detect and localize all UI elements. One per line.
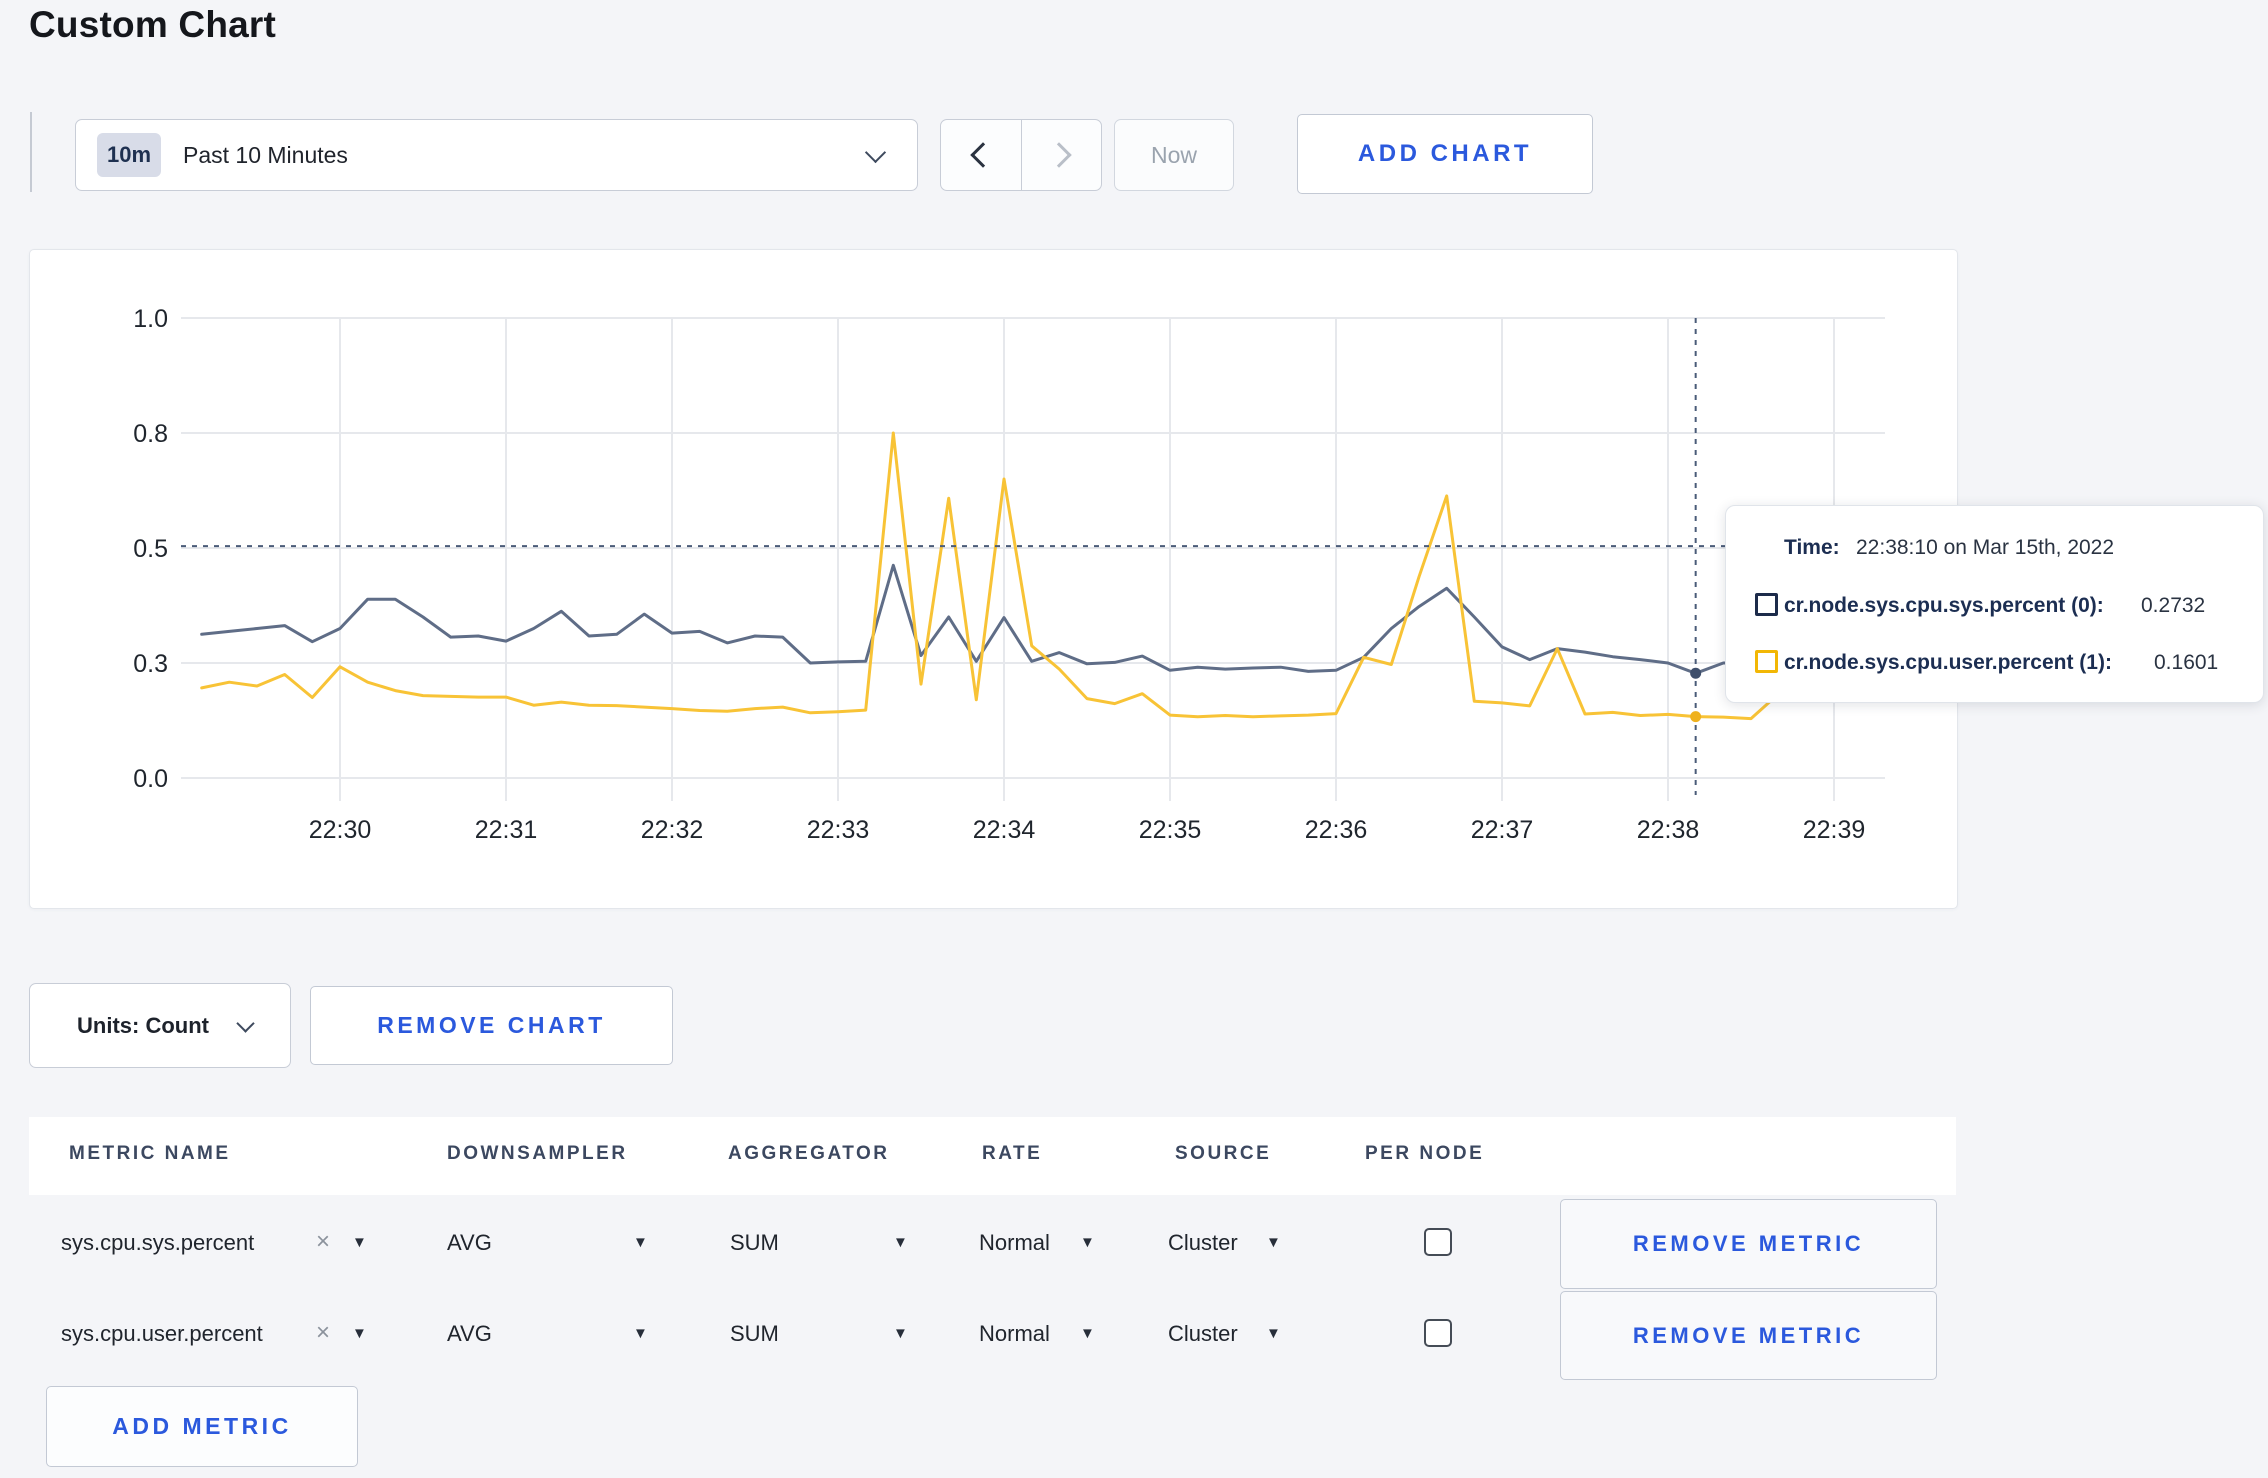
add-metric-button[interactable]: ADD METRIC	[46, 1386, 358, 1467]
col-rate: RATE	[982, 1143, 1043, 1164]
page-title: Custom Chart	[29, 4, 277, 45]
sys-series-swatch-icon	[1755, 593, 1778, 616]
y-axis-tick-label: 0.8	[133, 420, 168, 448]
metric-name-select[interactable]: sys.cpu.user.percent	[61, 1321, 263, 1347]
toolbar-divider	[30, 112, 32, 192]
caret-down-icon[interactable]: ▼	[893, 1234, 908, 1251]
chevron-down-icon	[236, 1014, 255, 1033]
downsampler-select[interactable]: AVG	[447, 1230, 492, 1256]
caret-down-icon[interactable]: ▼	[633, 1234, 648, 1251]
chart-panel: 0.0 0.3 0.5 0.8 1.0 22:30 22:31 22:32 22:33 22:34…	[29, 249, 1958, 909]
caret-down-icon[interactable]: ▼	[1080, 1325, 1095, 1342]
x-axis-tick-label: 22:36	[1305, 816, 1368, 844]
time-step-group	[940, 119, 1102, 191]
y-axis-tick-label: 0.3	[133, 650, 168, 678]
x-axis-tick-label: 22:31	[475, 816, 538, 844]
caret-down-icon[interactable]: ▼	[1266, 1325, 1281, 1342]
remove-metric-button[interactable]: REMOVE METRIC	[1560, 1291, 1937, 1380]
units-label: Units: Count	[77, 1013, 209, 1038]
series-line	[200, 563, 1864, 675]
metric-name-select[interactable]: sys.cpu.sys.percent	[61, 1230, 254, 1256]
custom-chart-page: Custom Chart 10m Past 10 Minutes Now ADD…	[0, 0, 2268, 1478]
chevron-down-icon	[864, 141, 887, 164]
x-axis-tick-label: 22:33	[807, 816, 870, 844]
remove-chart-button[interactable]: REMOVE CHART	[310, 986, 673, 1065]
cpu-usage-chart[interactable]: 0.0 0.3 0.5 0.8 1.0 22:30 22:31 22:32 22:33 22:34…	[30, 250, 1957, 908]
source-select[interactable]: Cluster	[1168, 1230, 1238, 1256]
aggregator-select[interactable]: SUM	[730, 1321, 779, 1347]
rate-select[interactable]: Normal	[979, 1321, 1050, 1347]
per-node-checkbox[interactable]	[1424, 1228, 1452, 1256]
prev-interval-button[interactable]	[941, 120, 1022, 190]
aggregator-select[interactable]: SUM	[730, 1230, 779, 1256]
downsampler-select[interactable]: AVG	[447, 1321, 492, 1347]
tooltip-time-value: 22:38:10 on Mar 15th, 2022	[1856, 536, 2115, 559]
metrics-table-header: METRIC NAME DOWNSAMPLER AGGREGATOR RATE …	[29, 1117, 1956, 1195]
caret-down-icon[interactable]: ▼	[893, 1325, 908, 1342]
x-axis-tick-label: 22:34	[973, 816, 1036, 844]
tooltip-series-label: cr.node.sys.cpu.user.percent (1):	[1784, 651, 2112, 674]
x-axis-tick-label: 22:38	[1637, 816, 1700, 844]
user-series-swatch-icon	[1755, 650, 1778, 673]
chevron-right-icon	[1046, 142, 1072, 168]
now-button[interactable]: Now	[1114, 119, 1234, 191]
tooltip-series-label: cr.node.sys.cpu.sys.percent (0):	[1784, 594, 2104, 617]
col-source: SOURCE	[1175, 1143, 1272, 1164]
tooltip-series-value: 0.1601	[2154, 651, 2219, 674]
hover-point-marker	[1690, 667, 1702, 679]
col-metric-name: METRIC NAME	[69, 1143, 231, 1164]
caret-down-icon[interactable]: ▼	[352, 1325, 367, 1342]
series-line	[200, 431, 1864, 721]
x-axis-tick-label: 22:39	[1803, 816, 1866, 844]
add-chart-button[interactable]: ADD CHART	[1297, 114, 1593, 194]
units-select[interactable]: Units: Count	[29, 983, 291, 1068]
time-range-badge: 10m	[97, 133, 161, 177]
x-axis-tick-label: 22:35	[1139, 816, 1202, 844]
col-aggregator: AGGREGATOR	[728, 1143, 890, 1164]
chart-tooltip: Time: 22:38:10 on Mar 15th, 2022 cr.node…	[1725, 505, 2264, 703]
caret-down-icon[interactable]: ▼	[633, 1325, 648, 1342]
y-axis-tick-label: 0.5	[133, 535, 168, 563]
next-interval-button[interactable]	[1022, 120, 1102, 190]
time-range-label: Past 10 Minutes	[183, 142, 348, 168]
y-axis-tick-label: 1.0	[133, 305, 168, 333]
per-node-checkbox[interactable]	[1424, 1319, 1452, 1347]
x-axis-tick-label: 22:37	[1471, 816, 1534, 844]
hover-point-marker	[1690, 711, 1702, 723]
time-range-select[interactable]: 10m Past 10 Minutes	[75, 119, 918, 191]
source-select[interactable]: Cluster	[1168, 1321, 1238, 1347]
x-axis-tick-label: 22:32	[641, 816, 704, 844]
chevron-left-icon	[970, 142, 996, 168]
remove-metric-button[interactable]: REMOVE METRIC	[1560, 1199, 1937, 1289]
tooltip-series-value: 0.2732	[2141, 594, 2206, 617]
close-icon[interactable]: ×	[316, 1319, 330, 1347]
rate-select[interactable]: Normal	[979, 1230, 1050, 1256]
caret-down-icon[interactable]: ▼	[1080, 1234, 1095, 1251]
caret-down-icon[interactable]: ▼	[352, 1234, 367, 1251]
tooltip-time-label: Time:	[1784, 536, 1840, 559]
caret-down-icon[interactable]: ▼	[1266, 1234, 1281, 1251]
x-axis-tick-label: 22:30	[309, 816, 372, 844]
y-axis-tick-label: 0.0	[133, 765, 168, 793]
close-icon[interactable]: ×	[316, 1228, 330, 1256]
col-per-node: PER NODE	[1365, 1143, 1485, 1164]
col-downsampler: DOWNSAMPLER	[447, 1143, 628, 1164]
